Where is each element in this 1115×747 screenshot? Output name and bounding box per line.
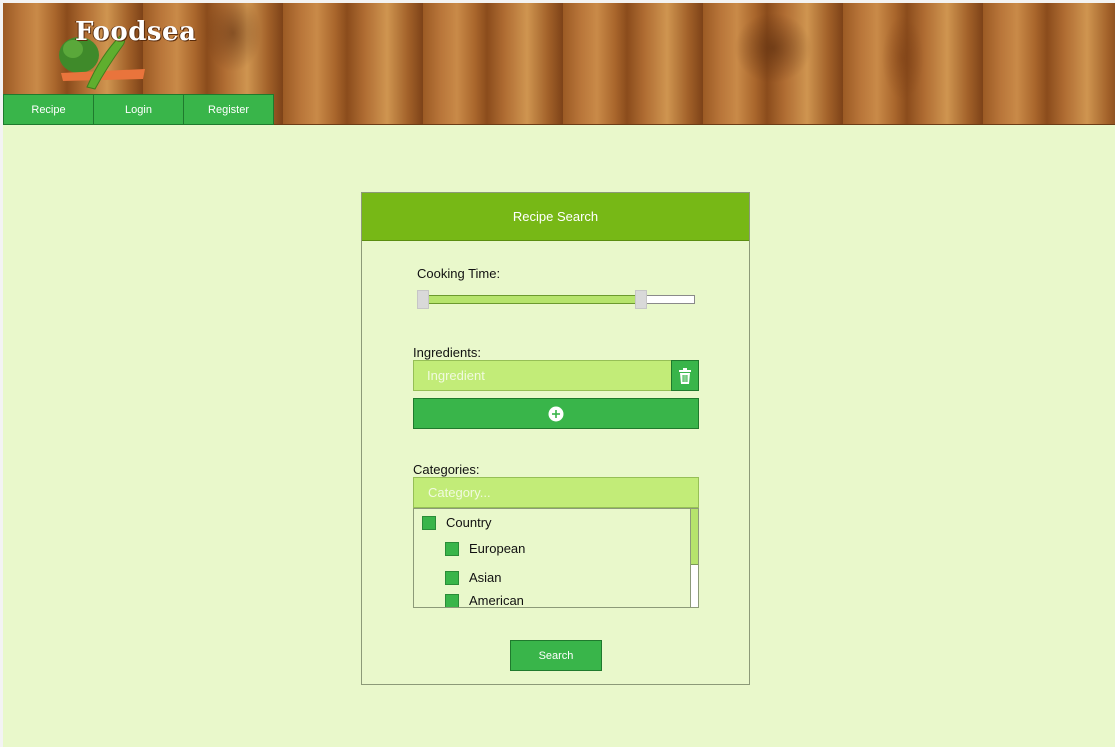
list-item: Asian: [445, 570, 502, 585]
category-scrollbar-thumb[interactable]: [691, 509, 698, 565]
cooking-time-max-handle[interactable]: [635, 290, 647, 309]
logo[interactable]: Foodsea: [57, 17, 196, 90]
category-label: European: [469, 541, 526, 556]
category-checkbox-asian[interactable]: [445, 570, 459, 585]
cooking-time-label: Cooking Time:: [417, 266, 501, 281]
logo-text: Foodsea: [75, 17, 197, 47]
ingredients-label: Ingredients:: [413, 345, 481, 360]
trash-icon: [679, 367, 691, 384]
category-input[interactable]: [413, 477, 699, 508]
nav-item-recipe[interactable]: Recipe: [3, 94, 94, 125]
cooking-time-min-handle[interactable]: [417, 290, 429, 309]
search-button[interactable]: Search: [510, 640, 602, 671]
nav-item-login[interactable]: Login: [93, 94, 184, 125]
category-label: Country: [446, 515, 492, 530]
category-scrollbar[interactable]: [690, 509, 698, 607]
add-ingredient-button[interactable]: [413, 398, 699, 429]
delete-ingredient-button[interactable]: [671, 360, 699, 391]
category-checkbox-country[interactable]: [422, 515, 436, 530]
card-title: Recipe Search: [362, 193, 749, 241]
ingredient-input[interactable]: [413, 360, 672, 391]
list-item: American: [445, 593, 524, 608]
category-label: American: [469, 593, 524, 608]
recipe-search-card: Recipe Search Cooking Time: Ingredients:…: [361, 192, 750, 685]
main-nav: Recipe Login Register: [3, 94, 274, 125]
nav-item-register[interactable]: Register: [183, 94, 274, 125]
category-checkbox-european[interactable]: [445, 541, 459, 556]
categories-label: Categories:: [413, 462, 480, 477]
list-item: European: [445, 541, 525, 556]
plus-circle-icon: [548, 406, 564, 421]
category-label: Asian: [469, 570, 502, 585]
category-tree-list: Country European Asian American: [413, 508, 699, 608]
category-checkbox-american[interactable]: [445, 593, 459, 607]
list-item: Country: [422, 515, 492, 530]
cooking-time-slider-range: [423, 295, 636, 304]
